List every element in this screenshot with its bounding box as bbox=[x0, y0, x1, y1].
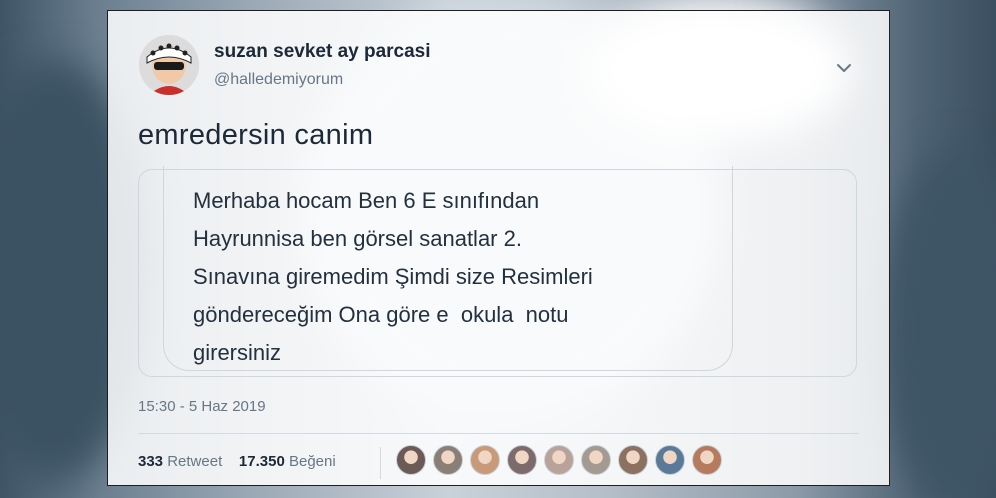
retweet-count[interactable]: 333 bbox=[138, 453, 163, 470]
message-line: girersiniz bbox=[193, 340, 282, 365]
stats-separator bbox=[380, 447, 381, 479]
user-handle[interactable]: @halledemiyorum bbox=[214, 71, 343, 89]
message-line: göndereceğim Ona göre e okula notu bbox=[193, 302, 569, 327]
like-count[interactable]: 17.350 bbox=[239, 453, 285, 470]
liker-avatar[interactable] bbox=[544, 445, 574, 475]
message-line: Sınavına giremedim Şimdi size Resimleri bbox=[193, 264, 593, 289]
message-line: Merhaba hocam Ben 6 E sınıfından bbox=[193, 188, 540, 213]
tweet-card: suzan sevket ay parcasi @halledemiyorum … bbox=[107, 10, 890, 486]
tweet-stats: 333 Retweet 17.350 Beğeni bbox=[138, 453, 336, 470]
liker-avatar[interactable] bbox=[581, 445, 611, 475]
display-name[interactable]: suzan sevket ay parcasi bbox=[214, 41, 431, 63]
tweet-timestamp[interactable]: 15:30 - 5 Haz 2019 bbox=[138, 398, 266, 415]
liker-avatar[interactable] bbox=[396, 445, 426, 475]
tweet-text: emredersin canim bbox=[138, 119, 374, 151]
liker-avatar[interactable] bbox=[470, 445, 500, 475]
liker-avatar[interactable] bbox=[507, 445, 537, 475]
liker-avatar[interactable] bbox=[433, 445, 463, 475]
chevron-down-icon[interactable] bbox=[833, 57, 855, 79]
tweet-media[interactable]: Merhaba hocam Ben 6 E sınıfından Hayrunn… bbox=[138, 166, 857, 377]
message-line: Hayrunnisa ben görsel sanatlar 2. bbox=[193, 226, 522, 251]
message-text: Merhaba hocam Ben 6 E sınıfından Hayrunn… bbox=[193, 182, 713, 372]
like-label[interactable]: Beğeni bbox=[289, 453, 336, 470]
liker-avatar[interactable] bbox=[692, 445, 722, 475]
liker-avatar[interactable] bbox=[618, 445, 648, 475]
liker-avatar[interactable] bbox=[655, 445, 685, 475]
retweet-label[interactable]: Retweet bbox=[167, 453, 222, 470]
divider bbox=[138, 433, 859, 434]
avatar[interactable] bbox=[139, 35, 199, 95]
liker-avatars bbox=[396, 445, 729, 475]
